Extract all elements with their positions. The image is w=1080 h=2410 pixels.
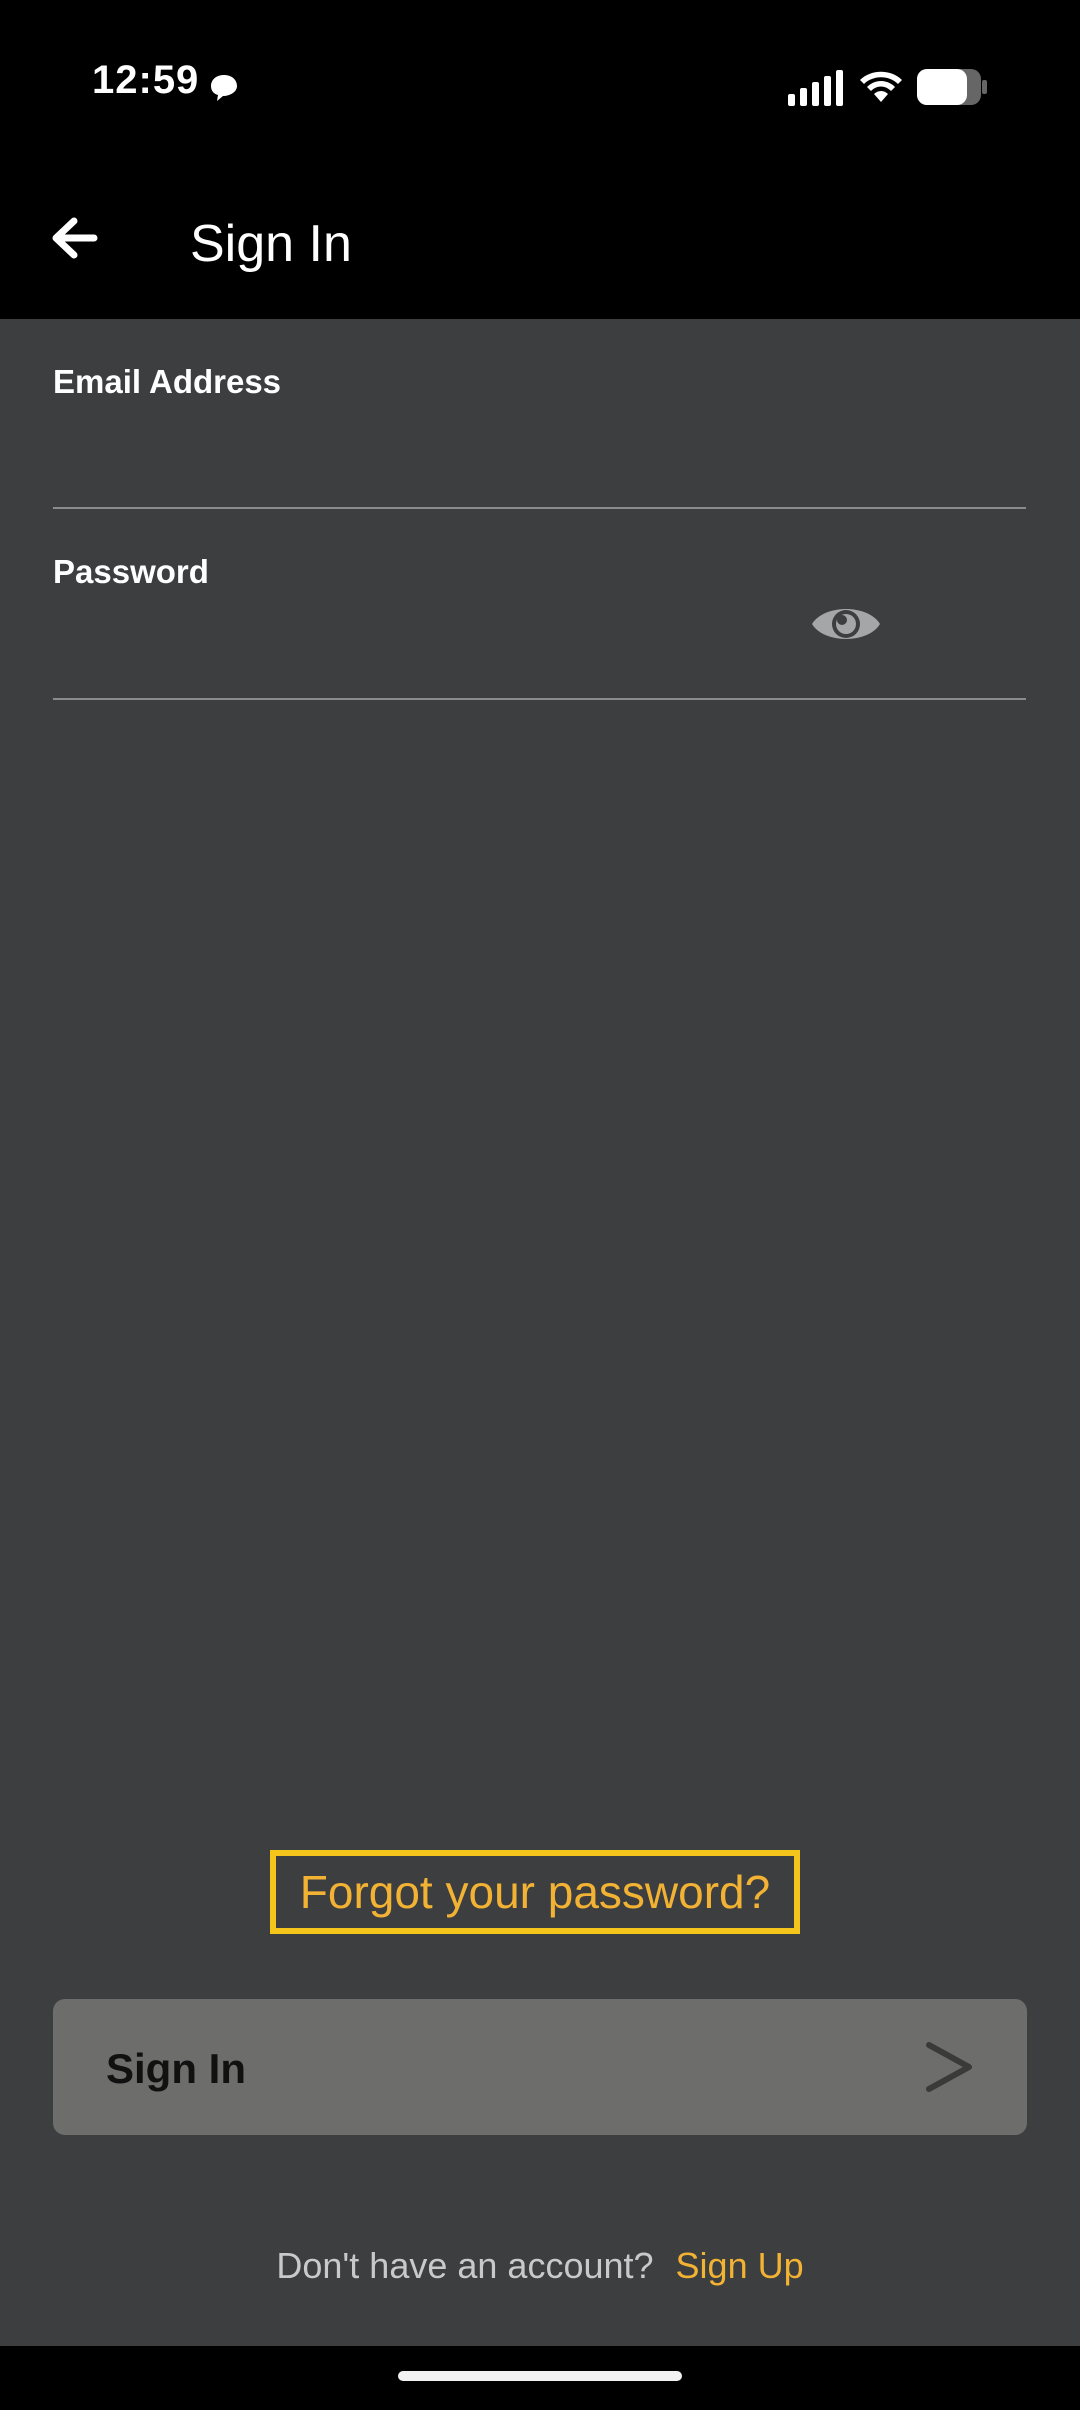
forgot-password-highlight[interactable]: Forgot your password? xyxy=(270,1850,800,1934)
password-underline xyxy=(53,698,1026,700)
sign-in-button[interactable]: Sign In xyxy=(53,1999,1027,2135)
back-arrow-icon[interactable] xyxy=(44,208,104,268)
status-time: 12:59 xyxy=(92,58,200,102)
email-field[interactable] xyxy=(53,430,1026,500)
signal-icon xyxy=(788,70,843,106)
password-label: Password xyxy=(53,553,209,590)
email-underline xyxy=(53,507,1026,509)
sign-in-button-label: Sign In xyxy=(106,2045,246,2092)
system-nav-bar xyxy=(0,2346,1080,2410)
chevron-right-icon xyxy=(926,2042,972,2092)
email-label: Email Address xyxy=(53,363,282,400)
wifi-icon xyxy=(860,71,902,102)
status-bar: 12:59 xyxy=(0,0,1080,170)
forgot-password-link[interactable]: Forgot your password? xyxy=(300,1865,770,1919)
page-title: Sign In xyxy=(190,215,352,273)
app-bar: Sign In xyxy=(0,170,1080,319)
signup-prompt: Don't have an account? Sign Up xyxy=(0,2245,1080,2287)
battery-icon xyxy=(917,69,987,105)
sign-up-link[interactable]: Sign Up xyxy=(676,2245,804,2286)
eye-icon[interactable] xyxy=(810,598,882,650)
sign-in-screen: 12:59 Sign In Email Address Password For… xyxy=(0,0,1080,2410)
home-indicator[interactable] xyxy=(398,2371,682,2381)
signup-prompt-text: Don't have an account? xyxy=(276,2245,654,2286)
chat-bubble-icon xyxy=(211,75,237,101)
password-field[interactable] xyxy=(53,610,793,680)
